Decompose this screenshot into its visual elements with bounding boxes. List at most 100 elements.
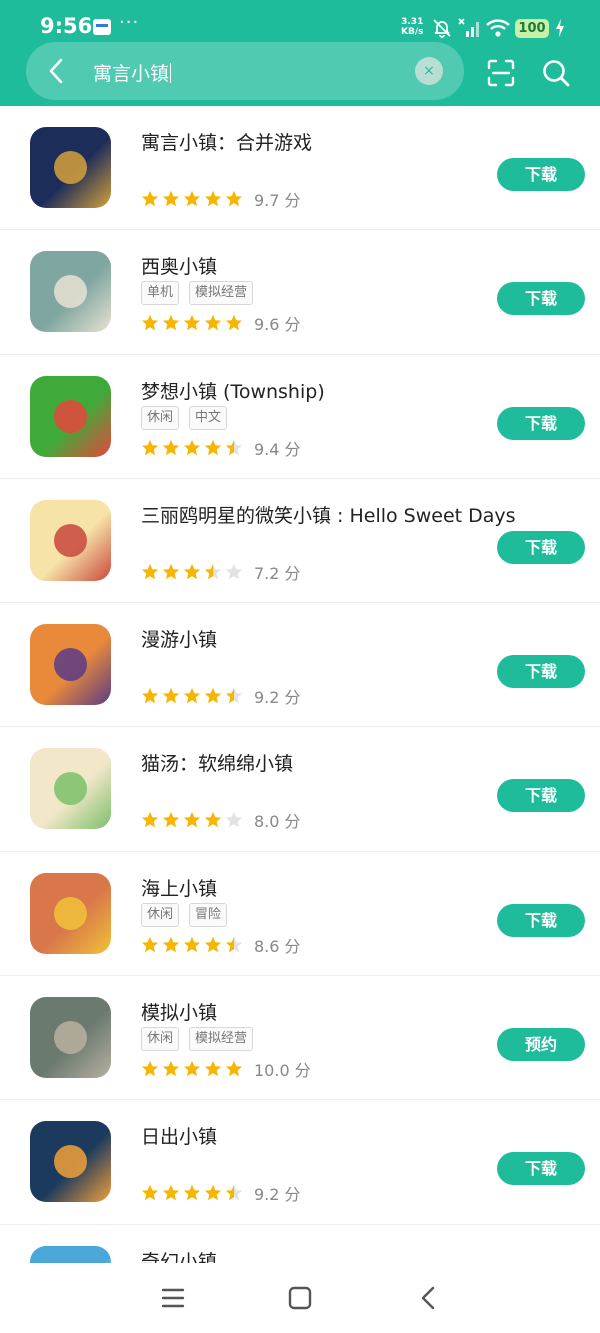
back-arrow-icon[interactable] [44, 56, 70, 86]
star-icon [183, 563, 201, 580]
app-score: 7.2 分 [254, 563, 301, 583]
star-rating [141, 936, 243, 954]
battery-level: 100 [515, 19, 549, 38]
clear-search-button[interactable]: × [415, 57, 443, 85]
app-score: 9.2 分 [254, 1185, 301, 1205]
app-name[interactable]: 海上小镇 [141, 874, 217, 901]
app-icon[interactable] [30, 624, 111, 706]
download-button[interactable]: 下载 [497, 158, 585, 191]
app-name[interactable]: 寓言小镇：合并游戏 [141, 128, 312, 155]
star-icon [204, 315, 222, 331]
app-name[interactable]: 三丽鸥明星的微笑小镇 : Hello Sweet Days [141, 501, 516, 528]
app-icon-emblem [54, 1021, 87, 1055]
nav-back-icon[interactable] [418, 1285, 438, 1311]
download-button[interactable]: 下载 [497, 655, 585, 689]
search-bar[interactable] [26, 42, 464, 100]
app-icon-emblem [54, 896, 87, 930]
top-header: 9:56 ··· 3.31 KB/s 100 寓言小镇 × [0, 0, 600, 106]
download-button[interactable]: 下载 [497, 282, 585, 316]
star-icon [162, 688, 180, 704]
app-icon[interactable] [30, 1121, 111, 1203]
star-icon [204, 563, 222, 580]
app-name[interactable]: 日出小镇 [141, 1122, 217, 1149]
app-rating: 9.4 分 [141, 436, 301, 460]
app-list-item[interactable]: 漫游小镇 9.2 分 下载 [0, 603, 600, 728]
app-icon[interactable] [30, 748, 111, 830]
star-icon [183, 688, 201, 704]
app-list-item[interactable]: 日出小镇 9.2 分 下载 [0, 1100, 600, 1225]
app-icon[interactable] [30, 499, 111, 581]
app-tag: 单机 [141, 281, 180, 306]
star-icon [162, 1060, 180, 1077]
star-icon [141, 315, 159, 331]
notification-app-icon [93, 19, 111, 35]
app-list-item[interactable]: 模拟小镇 休闲 模拟经营 10.0 分 预约 [0, 976, 600, 1101]
star-icon [225, 688, 243, 704]
download-button[interactable]: 下载 [497, 1152, 585, 1186]
recent-apps-icon[interactable] [160, 1286, 186, 1310]
star-icon [183, 1185, 201, 1201]
star-icon [183, 936, 201, 952]
star-icon [225, 315, 243, 331]
more-notifications-icon: ··· [119, 12, 140, 33]
app-list-item[interactable]: 三丽鸥明星的微笑小镇 : Hello Sweet Days 7.2 分 下载 [0, 479, 600, 604]
download-button[interactable]: 下载 [497, 903, 585, 937]
star-icon [204, 190, 222, 207]
star-icon [141, 1060, 159, 1077]
star-icon [183, 1060, 201, 1077]
app-icon[interactable] [30, 997, 111, 1079]
star-icon [141, 190, 159, 207]
app-icon-emblem [54, 523, 87, 557]
download-button[interactable]: 下载 [497, 530, 585, 564]
star-icon [225, 439, 243, 455]
search-input[interactable]: 寓言小镇 [93, 59, 171, 86]
app-name[interactable]: 梦想小镇 (Township) [141, 377, 325, 404]
app-tag: 休闲 [141, 1027, 180, 1052]
app-name[interactable]: 西奥小镇 [141, 252, 217, 279]
app-tags: 休闲 冒险 [141, 902, 228, 927]
status-time: 9:56 [40, 14, 93, 38]
mute-bell-icon [433, 19, 451, 38]
app-icon[interactable] [30, 375, 111, 457]
app-name[interactable]: 模拟小镇 [141, 998, 217, 1025]
scan-icon[interactable] [486, 58, 516, 88]
star-icon [141, 936, 159, 952]
app-icon[interactable] [30, 872, 111, 954]
app-rating: 9.2 分 [141, 1181, 301, 1205]
app-name[interactable]: 猫汤：软绵绵小镇 [141, 749, 293, 776]
app-icon[interactable] [30, 127, 111, 208]
star-icon [204, 812, 222, 828]
app-list-item[interactable]: 梦想小镇 (Township) 休闲 中文 9.4 分 下载 [0, 355, 600, 479]
app-list-item[interactable]: 寓言小镇：合并游戏 9.7 分 下载 [0, 106, 600, 231]
app-list-item[interactable]: 海上小镇 休闲 冒险 8.6 分 下载 [0, 852, 600, 977]
home-icon[interactable] [288, 1286, 312, 1310]
app-list-item[interactable]: 西奥小镇 单机 模拟经营 9.6 分 下载 [0, 230, 600, 355]
app-tag: 休闲 [141, 405, 180, 430]
wifi-icon [486, 19, 510, 37]
app-score: 9.6 分 [254, 315, 301, 335]
status-bar: 9:56 ··· 3.31 KB/s 100 [0, 0, 600, 40]
app-tags: 休闲 模拟经营 [141, 1027, 254, 1052]
app-list-item[interactable]: 奇幻小镇 [0, 1225, 600, 1263]
search-icon[interactable] [541, 58, 571, 88]
app-score: 9.7 分 [254, 191, 301, 210]
star-rating [141, 1060, 243, 1078]
app-icon[interactable] [30, 1245, 111, 1263]
app-tag: 中文 [189, 405, 228, 430]
app-list-item[interactable]: 猫汤：软绵绵小镇 8.0 分 下载 [0, 727, 600, 852]
app-name[interactable]: 奇幻小镇 [141, 1247, 217, 1263]
download-button[interactable]: 下载 [497, 406, 585, 440]
app-tags: 休闲 中文 [141, 405, 228, 430]
star-icon [183, 315, 201, 331]
download-button[interactable]: 下载 [497, 779, 585, 813]
star-rating [141, 563, 243, 581]
star-icon [162, 563, 180, 580]
star-icon [204, 688, 222, 704]
app-score: 8.0 分 [254, 812, 301, 832]
app-icon[interactable] [30, 251, 111, 333]
reserve-button[interactable]: 预约 [497, 1028, 585, 1062]
app-rating: 9.2 分 [141, 684, 301, 708]
app-score: 10.0 分 [254, 1061, 311, 1081]
app-icon-emblem [54, 648, 87, 682]
app-name[interactable]: 漫游小镇 [141, 625, 217, 652]
